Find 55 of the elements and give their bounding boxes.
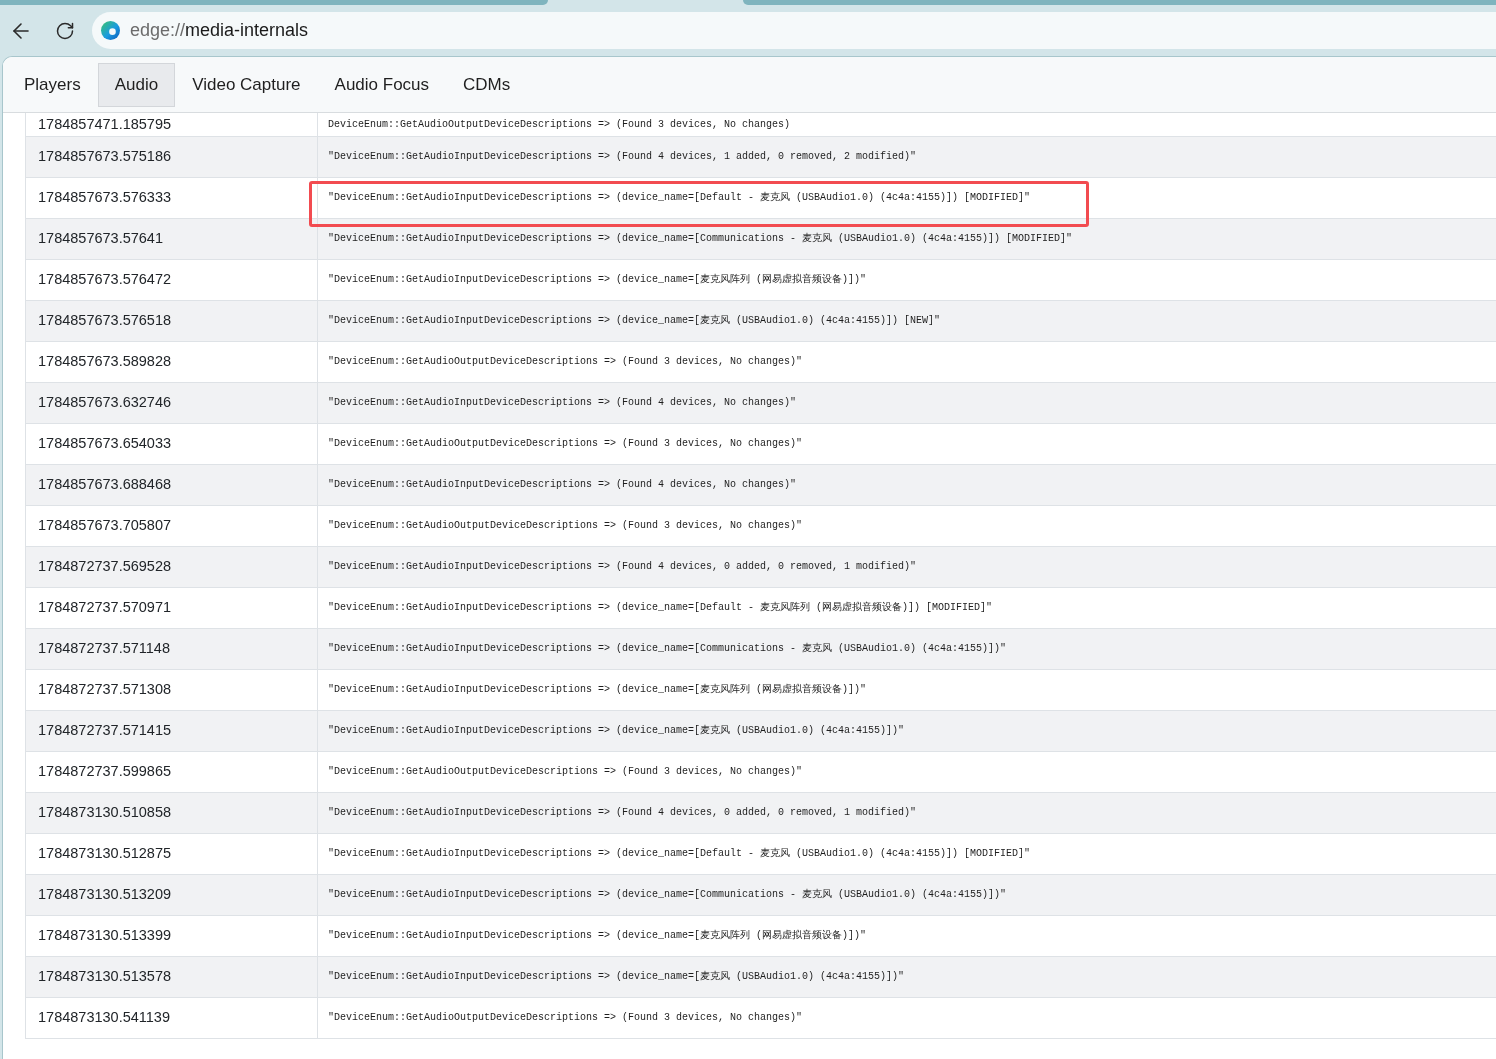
log-message: "DeviceEnum::GetAudioOutputDeviceDescriptions => (Found 3 devices, No changes)" [328,519,803,533]
log-message: "DeviceEnum::GetAudioInputDeviceDescriptions => (device_name=[Communications - 麦克风 (USBAudio1.0) (4c4a:4155)])" [328,642,1007,656]
log-message: "DeviceEnum::GetAudioOutputDeviceDescriptions => (Found 3 devices, No changes)" [328,437,803,451]
timestamp-cell: 1784872737.569528 [26,547,318,588]
timestamp-cell: 1784857673.688468 [26,465,318,506]
log-message: "DeviceEnum::GetAudioInputDeviceDescriptions => (device_name=[麦克风阵列 (网易虚拟音频设备)])" [328,683,867,697]
tab[interactable]: CDMs [446,62,528,107]
log-message: "DeviceEnum::GetAudioInputDeviceDescriptions => (device_name=[麦克风 (USBAudio1.0) (4c4a:4155)])" [328,970,905,984]
address-bar[interactable]: edge://media-internals [92,12,1496,49]
log-message: "DeviceEnum::GetAudioInputDeviceDescriptions => (device_name=[Communications - 麦克风 (USBAudio1.0) (4c4a:4155)]) [MODIFIED]" [328,232,1073,246]
log-message: "DeviceEnum::GetAudioInputDeviceDescriptions => (device_name=[Default - 麦克风 (USBAudio1.0) (4c4a:4155)]) [MODIFIED]" [328,847,1031,861]
timestamp-cell: 1784857673.576333 [26,178,318,219]
tab[interactable]: Audio Focus [317,62,447,107]
reload-icon [55,20,75,41]
timestamp-cell: 1784873130.513209 [26,875,318,916]
timestamp-cell: 1784857673.576472 [26,260,318,301]
log-message: "DeviceEnum::GetAudioInputDeviceDescriptions => (device_name=[Default - 麦克风 (USBAudio1.0) (4c4a:4155)]) [MODIFIED]" [328,191,1031,205]
timestamp-cell: 1784872737.570971 [26,588,318,629]
timestamp-cell: 1784857673.654033 [26,424,318,465]
log-message: "DeviceEnum::GetAudioInputDeviceDescriptions => (device_name=[麦克风 (USBAudio1.0) (4c4a:4155)]) [NEW]" [328,314,941,328]
timestamp-cell: 1784873130.510858 [26,793,318,834]
log-message: "DeviceEnum::GetAudioInputDeviceDescriptions => (Found 4 devices, 1 added, 0 removed, 2 modified)" [328,150,917,164]
timestamp-cell: 1784872737.571308 [26,670,318,711]
log-message: "DeviceEnum::GetAudioInputDeviceDescriptions => (Found 4 devices, 0 added, 0 removed, 1 modified)" [328,806,917,820]
timestamp-cell: 1784873130.513578 [26,957,318,998]
log-message: "DeviceEnum::GetAudioInputDeviceDescriptions => (device_name=[麦克风阵列 (网易虚拟音频设备)])" [328,273,867,287]
log-message: "DeviceEnum::GetAudioInputDeviceDescriptions => (Found 4 devices, 0 added, 0 removed, 1 modified)" [328,560,917,574]
log-message: "DeviceEnum::GetAudioInputDeviceDescriptions => (device_name=[Default - 麦克风阵列 (网易虚拟音频设备)]) [MODIFIED]" [328,601,993,615]
log-message: "DeviceEnum::GetAudioInputDeviceDescriptions => (Found 4 devices, No changes)" [328,478,797,492]
log-message: "DeviceEnum::GetAudioInputDeviceDescriptions => (Found 4 devices, No changes)" [328,396,797,410]
tab[interactable]: Audio [97,62,176,107]
log-message: "DeviceEnum::GetAudioOutputDeviceDescriptions => (Found 3 devices, No changes)" [328,765,803,779]
timestamp-cell: 1784857471.185795 [26,113,318,137]
timestamp-cell: 1784872737.571415 [26,711,318,752]
timestamp-cell: 1784857673.589828 [26,342,318,383]
timestamp-cell: 1784873130.541139 [26,998,318,1039]
timestamp-cell: 1784872737.599865 [26,752,318,793]
timestamp-cell: 1784872737.571148 [26,629,318,670]
log-message: "DeviceEnum::GetAudioInputDeviceDescriptions => (device_name=[Communications - 麦克风 (USBAudio1.0) (4c4a:4155)])" [328,888,1007,902]
timestamp-cell: 1784873130.512875 [26,834,318,875]
log-message: DeviceEnum::GetAudioOutputDeviceDescriptions => (Found 3 devices, No changes) [328,117,791,132]
log-message: "DeviceEnum::GetAudioOutputDeviceDescriptions => (Found 3 devices, No changes)" [328,355,803,369]
log-message: "DeviceEnum::GetAudioInputDeviceDescriptions => (device_name=[麦克风 (USBAudio1.0) (4c4a:4155)])" [328,724,905,738]
log-message: "DeviceEnum::GetAudioInputDeviceDescriptions => (device_name=[麦克风阵列 (网易虚拟音频设备)])" [328,929,867,943]
timestamp-cell: 1784873130.513399 [26,916,318,957]
address-text: edge://media-internals [130,19,309,42]
timestamp-cell: 1784857673.575186 [26,137,318,178]
timestamp-cell: 1784857673.705807 [26,506,318,547]
browser-logo-icon [101,21,120,40]
tab[interactable]: Players [7,62,98,107]
timestamp-cell: 1784857673.57641 [26,219,318,260]
log-message: "DeviceEnum::GetAudioOutputDeviceDescriptions => (Found 3 devices, No changes)" [328,1011,803,1025]
timestamp-cell: 1784857673.632746 [26,383,318,424]
timestamp-cell: 1784857673.576518 [26,301,318,342]
tab[interactable]: Video Capture [175,62,318,107]
